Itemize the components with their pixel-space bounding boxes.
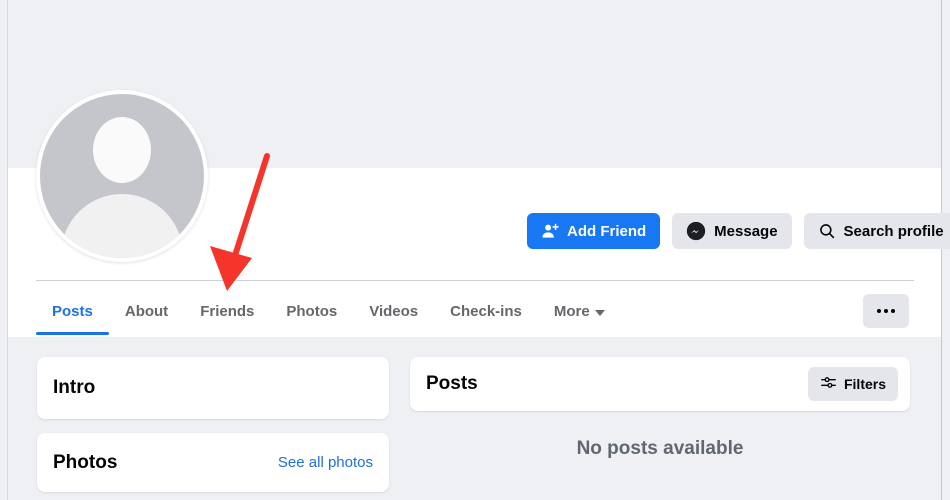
avatar-head-shape	[93, 117, 151, 183]
chevron-down-icon	[594, 309, 605, 316]
search-icon	[818, 222, 836, 240]
tab-about[interactable]: About	[109, 288, 184, 335]
no-posts-message: No posts available	[576, 438, 744, 459]
filters-button[interactable]: Filters	[807, 367, 898, 401]
intro-card-title: Intro	[53, 377, 96, 398]
facebook-profile-page: Add Friend Message Search profile Posts …	[0, 0, 950, 500]
message-label: Message	[714, 222, 778, 240]
posts-card: Posts Filters	[410, 357, 910, 411]
person-add-icon	[541, 222, 559, 240]
tab-friends[interactable]: Friends	[184, 288, 270, 335]
avatar[interactable]	[36, 90, 208, 262]
tab-photos-label: Photos	[286, 303, 338, 320]
tab-posts-label: Posts	[52, 303, 93, 320]
tab-more-label: More	[553, 303, 590, 320]
search-profile-label: Search profile	[843, 222, 944, 240]
profile-tab-bar: Posts About Friends Photos Videos Check-…	[36, 288, 621, 335]
tab-photos[interactable]: Photos	[270, 288, 353, 335]
tab-check-ins-label: Check-ins	[450, 303, 522, 320]
add-friend-label: Add Friend	[567, 222, 647, 240]
tab-posts[interactable]: Posts	[36, 288, 109, 335]
photos-card: Photos See all photos	[37, 433, 389, 492]
page-right-scrollbar[interactable]	[941, 0, 950, 500]
tab-more[interactable]: More	[538, 288, 621, 335]
tab-about-label: About	[124, 303, 169, 320]
intro-card: Intro	[37, 357, 389, 419]
more-options-button[interactable]	[863, 294, 909, 328]
sliders-icon	[820, 374, 837, 394]
message-button[interactable]: Message	[672, 213, 792, 249]
avatar-placeholder-image	[40, 94, 204, 258]
ellipsis-icon-dot	[891, 309, 895, 313]
messenger-icon	[686, 221, 706, 241]
profile-action-buttons: Add Friend Message Search profile	[527, 213, 950, 249]
tab-videos[interactable]: Videos	[353, 288, 434, 335]
filters-label: Filters	[843, 376, 886, 392]
tab-friends-label: Friends	[200, 303, 255, 320]
posts-card-title: Posts	[426, 373, 478, 394]
avatar-body-shape	[61, 194, 183, 258]
search-profile-button[interactable]: Search profile	[803, 213, 950, 249]
ellipsis-icon-dot	[884, 309, 888, 313]
see-all-photos-link[interactable]: See all photos	[278, 454, 373, 471]
ellipsis-icon-dot	[877, 309, 881, 313]
photos-card-title: Photos	[53, 451, 118, 473]
tab-check-ins[interactable]: Check-ins	[434, 288, 538, 335]
tabs-divider	[36, 280, 914, 281]
active-tab-underline	[36, 332, 109, 335]
page-left-edge	[0, 0, 8, 500]
tab-videos-label: Videos	[369, 303, 419, 320]
add-friend-button[interactable]: Add Friend	[527, 213, 661, 249]
